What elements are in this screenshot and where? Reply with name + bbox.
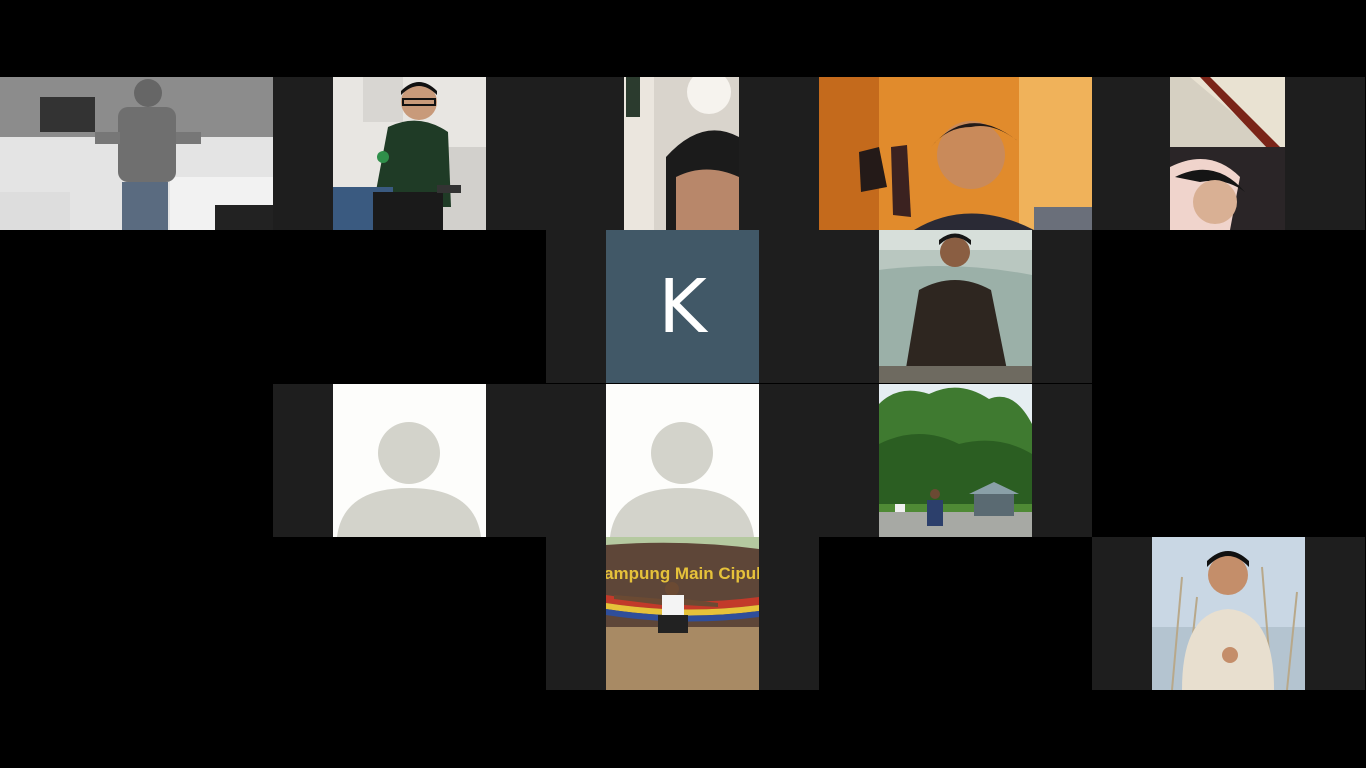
participant-video <box>0 77 273 230</box>
participant-tile-2[interactable] <box>273 77 546 230</box>
sign-text: Kampung Main Cipulir <box>606 564 759 583</box>
participant-tile-4[interactable] <box>819 77 1092 230</box>
participant-video <box>1152 537 1305 690</box>
participant-video: Kampung Main Cipulir <box>606 537 759 690</box>
avatar-initial: K <box>658 263 707 350</box>
participant-tile-7[interactable] <box>819 230 1092 383</box>
default-avatar-icon <box>610 422 754 537</box>
participant-tile-1[interactable] <box>0 77 273 230</box>
participant-tile-12[interactable] <box>1092 537 1365 690</box>
participant-tile-5[interactable] <box>1092 77 1365 230</box>
participant-video-off <box>333 384 486 537</box>
participant-tile-3[interactable] <box>546 77 819 230</box>
participant-tile-9[interactable] <box>546 384 819 537</box>
participant-video-off <box>606 384 759 537</box>
participant-video <box>879 384 1032 537</box>
participant-video <box>1170 77 1285 230</box>
participant-video <box>624 77 739 230</box>
participant-tile-11[interactable]: Kampung Main Cipulir <box>546 537 819 690</box>
participant-video <box>333 77 486 230</box>
default-avatar-icon <box>337 422 481 537</box>
participant-video <box>879 230 1032 383</box>
initial-avatar: K <box>606 230 759 383</box>
participant-tile-8[interactable] <box>273 384 546 537</box>
participant-tile-6[interactable]: K <box>546 230 819 383</box>
participant-video <box>819 77 1092 230</box>
participant-tile-10[interactable] <box>819 384 1092 537</box>
